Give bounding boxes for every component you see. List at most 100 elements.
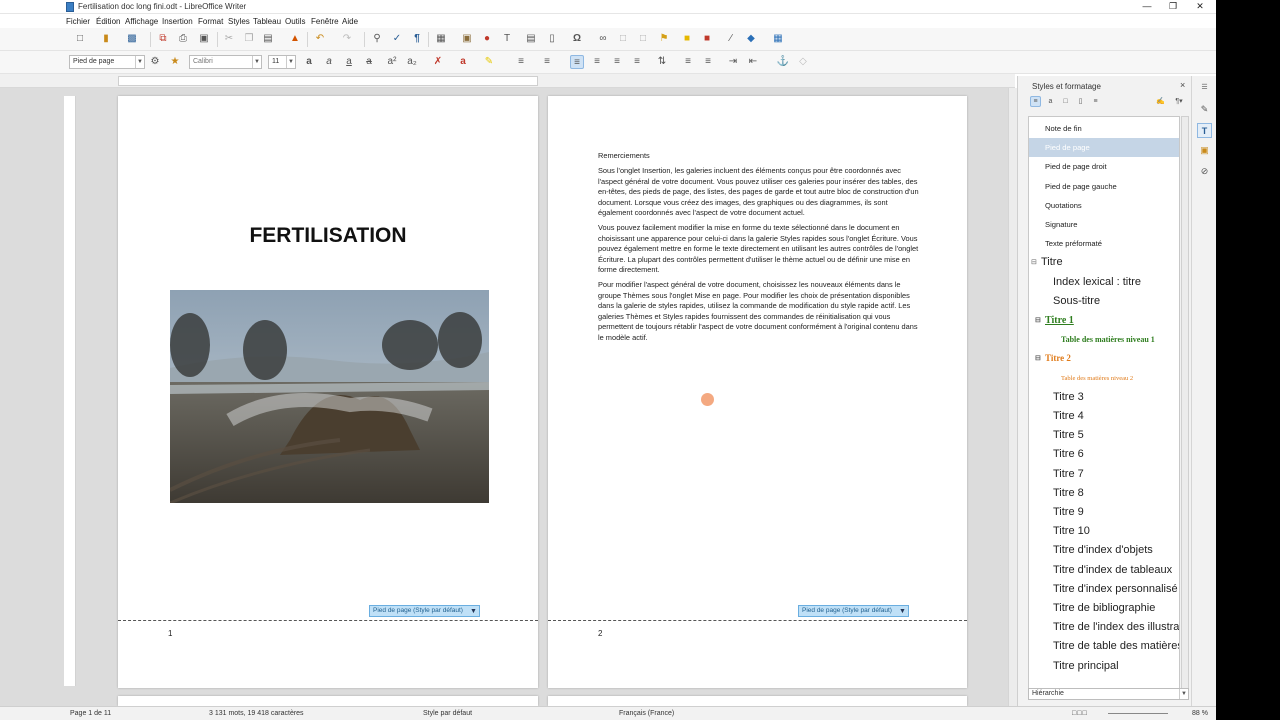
basic-shapes-icon[interactable]: ◆: [744, 32, 758, 46]
sidebar-menu-icon[interactable]: ☰: [1197, 80, 1212, 95]
increase-indent-icon[interactable]: ⇥: [726, 55, 740, 69]
subscript-icon[interactable]: a₂: [405, 55, 419, 69]
close-window-button[interactable]: ✕: [1187, 0, 1213, 13]
draw-functions-icon[interactable]: ▦: [771, 32, 785, 46]
menu-tableau[interactable]: Tableau: [253, 17, 281, 26]
align-left-icon[interactable]: ≡: [570, 55, 584, 69]
menu-format[interactable]: Format: [198, 17, 223, 26]
style-item[interactable]: Table des matières niveau 1: [1029, 330, 1179, 349]
increase-paragraph-spacing-icon[interactable]: ≡: [681, 55, 695, 69]
new-style-icon[interactable]: ★: [168, 55, 182, 69]
style-item[interactable]: Signature: [1029, 215, 1179, 234]
justify-icon[interactable]: ≡: [630, 55, 644, 69]
zoom-level[interactable]: 88 %: [1192, 710, 1208, 717]
font-size-box[interactable]: 11 ▼: [268, 55, 296, 69]
vertical-ruler[interactable]: [64, 96, 76, 686]
superscript-icon[interactable]: a²: [385, 55, 399, 69]
style-item[interactable]: Texte préformaté: [1029, 234, 1179, 253]
style-item[interactable]: Titre d'index de tableaux: [1029, 561, 1179, 580]
menu-fichier[interactable]: Fichier: [66, 17, 90, 26]
fill-format-icon[interactable]: ✍: [1155, 96, 1166, 107]
style-item[interactable]: ⊟ Titre 2: [1029, 349, 1179, 368]
comment-icon[interactable]: ■: [680, 32, 694, 46]
style-item[interactable]: Titre 6: [1029, 445, 1179, 464]
highlight-color-icon[interactable]: ✎: [482, 55, 496, 69]
insert-textbox-icon[interactable]: T: [500, 32, 514, 46]
style-item[interactable]: ⊟ Titre: [1029, 253, 1179, 272]
menu-aide[interactable]: Aide: [342, 17, 358, 26]
print-icon[interactable]: ⎙: [176, 32, 190, 46]
decrease-indent-icon[interactable]: ⇤: [746, 55, 760, 69]
undo-icon[interactable]: ↶: [313, 32, 327, 46]
style-item[interactable]: Index lexical : titre: [1029, 273, 1179, 292]
redo-icon[interactable]: ↷: [340, 32, 354, 46]
menu-styles[interactable]: Styles: [228, 17, 250, 26]
style-item[interactable]: Table des matières niveau 2: [1029, 369, 1179, 388]
style-item[interactable]: Titre 5: [1029, 426, 1179, 445]
style-actions-icon[interactable]: ¶▾: [1170, 96, 1188, 107]
style-item[interactable]: Titre 7: [1029, 465, 1179, 484]
track-changes-icon[interactable]: ■: [700, 32, 714, 46]
print-preview-icon[interactable]: ▣: [197, 32, 211, 46]
style-item[interactable]: Titre 8: [1029, 484, 1179, 503]
menu-insertion[interactable]: Insertion: [162, 17, 193, 26]
style-item[interactable]: Quotations: [1029, 196, 1179, 215]
align-center-icon[interactable]: ≡: [590, 55, 604, 69]
numbered-list-icon[interactable]: ≡: [540, 55, 554, 69]
insert-image-icon[interactable]: ▣: [460, 32, 474, 46]
style-item[interactable]: Titre de l'index des illustrations: [1029, 618, 1179, 637]
underline-icon[interactable]: a: [342, 55, 356, 69]
copy-icon[interactable]: ❐: [242, 32, 256, 46]
collapse-toggle-icon[interactable]: ⊟: [1031, 253, 1037, 272]
style-filter-select[interactable]: Hiérarchie ▼: [1028, 688, 1189, 700]
menu-fenetre[interactable]: Fenêtre: [311, 17, 339, 26]
clone-formatting-icon[interactable]: ▲: [288, 32, 302, 46]
bookmark-icon[interactable]: □: [636, 32, 650, 46]
strikethrough-icon[interactable]: a: [362, 55, 376, 69]
style-item[interactable]: Pied de page droit: [1029, 157, 1179, 176]
horizontal-ruler[interactable]: [118, 76, 538, 86]
style-item[interactable]: Titre de bibliographie: [1029, 599, 1179, 618]
style-item[interactable]: Pied de page: [1029, 138, 1179, 158]
export-pdf-icon[interactable]: ⧉: [156, 32, 170, 46]
close-icon[interactable]: ×: [1180, 80, 1185, 90]
page-1[interactable]: FERTILISATION Pied de page (Style par dé…: [118, 96, 538, 688]
style-list-scrollbar[interactable]: [1181, 116, 1189, 692]
style-item[interactable]: Note de fin: [1029, 119, 1179, 138]
cut-icon[interactable]: ✂: [222, 32, 236, 46]
menu-outils[interactable]: Outils: [285, 17, 305, 26]
update-style-icon[interactable]: ⚙: [148, 55, 162, 69]
footnote-icon[interactable]: □: [616, 32, 630, 46]
bullet-list-icon[interactable]: ≡: [514, 55, 528, 69]
page-count[interactable]: Page 1 de 11: [70, 710, 111, 717]
page-styles-icon[interactable]: ▯: [1075, 96, 1086, 107]
font-name-box[interactable]: Calibri ▼: [189, 55, 262, 69]
collapse-toggle-icon[interactable]: ⊟: [1035, 349, 1041, 368]
wrap-icon[interactable]: ◇: [796, 55, 810, 69]
bold-icon[interactable]: a: [302, 55, 316, 69]
navigator-icon[interactable]: ⊘: [1197, 164, 1212, 179]
open-folder-icon[interactable]: ▮: [99, 32, 113, 46]
style-item[interactable]: Titre principal: [1029, 657, 1179, 676]
properties-icon[interactable]: ✎: [1197, 102, 1212, 117]
special-character-icon[interactable]: Ω: [570, 32, 584, 46]
paragraph-style-box[interactable]: Pied de page ▼: [69, 55, 145, 69]
footer-style-tag[interactable]: Pied de page (Style par défaut) ▼: [369, 605, 480, 617]
paste-icon[interactable]: ▤: [261, 32, 275, 46]
style-item[interactable]: Titre d'index personnalisé: [1029, 580, 1179, 599]
insert-line-icon[interactable]: ∕: [724, 32, 738, 46]
footer-style-tag[interactable]: Pied de page (Style par défaut) ▼: [798, 605, 909, 617]
menu-edition[interactable]: Édition: [96, 17, 120, 26]
menu-affichage[interactable]: Affichage: [125, 17, 158, 26]
decrease-paragraph-spacing-icon[interactable]: ≡: [701, 55, 715, 69]
anchor-icon[interactable]: ⚓: [776, 55, 790, 69]
field-photo-image[interactable]: [170, 290, 489, 503]
maximize-button[interactable]: ❐: [1160, 0, 1186, 13]
list-styles-icon[interactable]: ≡: [1090, 96, 1101, 107]
insert-page-break-icon[interactable]: ▤: [524, 32, 538, 46]
cross-reference-icon[interactable]: ⚑: [657, 32, 671, 46]
insert-chart-icon[interactable]: ●: [480, 32, 494, 46]
style-item[interactable]: Titre 3: [1029, 388, 1179, 407]
paragraph-styles-icon[interactable]: ≡: [1030, 96, 1041, 107]
zoom-slider[interactable]: [1108, 713, 1168, 714]
